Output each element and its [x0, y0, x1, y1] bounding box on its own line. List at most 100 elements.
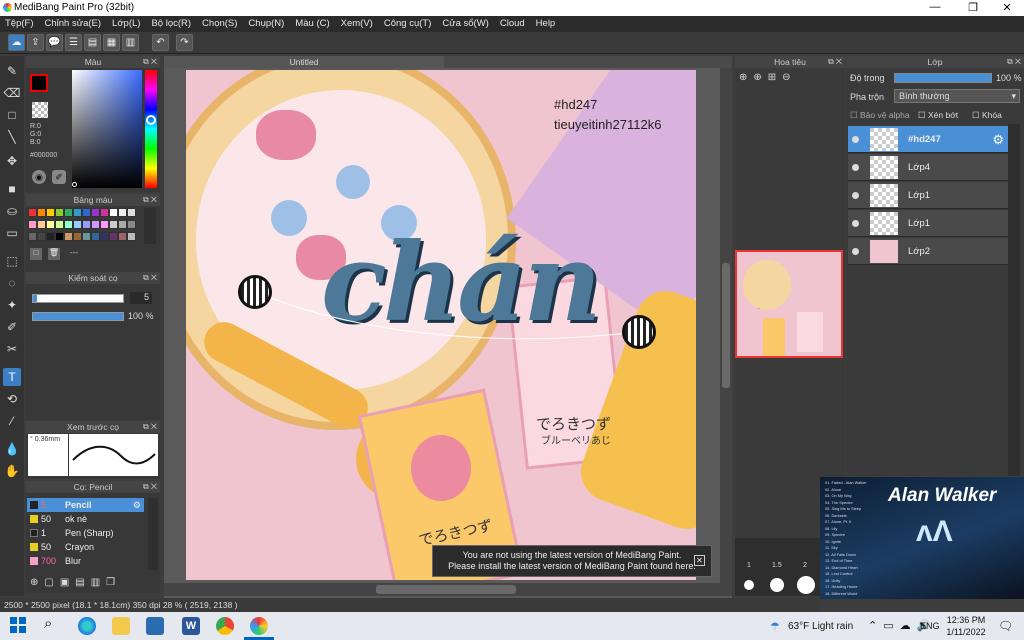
artwork-canvas[interactable]: #hd247 tieuyeitinh27112k6 chán でろきつず ブルー…	[186, 70, 696, 580]
menu-window[interactable]: Cửa sổ(W)	[437, 16, 494, 32]
gear-icon[interactable]: ⚙	[133, 498, 141, 512]
palette-swatches[interactable]	[28, 208, 140, 244]
undo-icon[interactable]: ↶	[152, 34, 169, 51]
move-tool-icon[interactable]: ✥	[3, 152, 21, 170]
palette-swatch[interactable]	[127, 220, 136, 229]
navigator-zoom-controls[interactable]: ⊕⊕⊞⊖	[739, 72, 819, 86]
brush-list-actions[interactable]: ⊕▢▣▤▥❐	[30, 577, 121, 588]
notification-icon[interactable]: 🗨	[998, 619, 1013, 633]
layer-row-lop1[interactable]: Lớp1	[848, 182, 1008, 209]
palette-swatch[interactable]	[28, 232, 37, 241]
eyedropper-tool-icon[interactable]: 💧	[3, 440, 21, 458]
store-icon[interactable]	[146, 617, 164, 635]
secondary-color-swatch[interactable]	[32, 102, 48, 118]
brush-list-scrollbar[interactable]	[148, 498, 158, 570]
clip-checkbox[interactable]: ☐ Xén bớt	[918, 110, 958, 121]
gear-icon[interactable]: ⚙	[992, 132, 1004, 148]
brush-size-slider[interactable]	[32, 294, 124, 303]
menu-layer[interactable]: Lớp(L)	[107, 16, 146, 32]
magic-wand-tool-icon[interactable]: ✦	[3, 296, 21, 314]
palette-swatch[interactable]	[118, 208, 127, 217]
line-tool-icon[interactable]: ╲	[3, 128, 21, 146]
palette-swatch[interactable]	[100, 208, 109, 217]
palette-swatch[interactable]	[28, 208, 37, 217]
palette-scrollbar[interactable]	[144, 208, 156, 244]
bucket-tool-icon[interactable]: ⛀	[3, 202, 21, 220]
palette-swatch[interactable]	[55, 208, 64, 217]
preset-dot[interactable]	[744, 580, 754, 590]
weather-text[interactable]: 63°F Light rain	[788, 621, 853, 632]
brush-item-blur[interactable]: 700 Blur	[27, 554, 144, 568]
palette-swatch[interactable]	[91, 208, 100, 217]
text-tool-icon[interactable]: T	[3, 368, 21, 386]
palette-swatch[interactable]	[127, 208, 136, 217]
palette-swatch[interactable]	[109, 220, 118, 229]
search-icon[interactable]: ⌕	[44, 615, 52, 632]
tab-untitled[interactable]: Untitled	[164, 56, 444, 68]
menu-tools[interactable]: Công cụ(T)	[379, 16, 438, 32]
blend-mode-select[interactable]: Bình thường ▾	[894, 89, 1020, 103]
palette-swatch[interactable]	[127, 232, 136, 241]
layer-row-hd247[interactable]: #hd247 ⚙	[848, 126, 1008, 153]
palette-icon[interactable]: ◉	[32, 170, 46, 184]
chat-icon[interactable]: ☰	[65, 34, 82, 51]
palette-swatch[interactable]	[73, 220, 82, 229]
select-tool-icon[interactable]: ⬚	[3, 252, 21, 270]
hue-slider-handle[interactable]	[146, 115, 156, 125]
eye-icon[interactable]	[852, 220, 859, 227]
preset-dot[interactable]	[770, 578, 784, 592]
palette-swatch[interactable]	[100, 232, 109, 241]
palette-swatch[interactable]	[46, 232, 55, 241]
palette-swatch[interactable]	[73, 208, 82, 217]
palette-swatch[interactable]	[82, 208, 91, 217]
palette-swatch[interactable]	[82, 232, 91, 241]
add-swatch-icon[interactable]: □	[30, 248, 42, 260]
update-notice[interactable]: You are not using the latest version of …	[432, 545, 712, 577]
brush-item-crayon[interactable]: 50 Crayon	[27, 540, 144, 554]
palette-swatch[interactable]	[46, 220, 55, 229]
maximize-button[interactable]: ❐	[956, 1, 990, 15]
clock-date[interactable]: 1/11/2022	[944, 627, 988, 637]
chrome-icon[interactable]	[216, 617, 234, 635]
brush-item-ok[interactable]: 50 ok nè	[27, 512, 144, 526]
comment-icon[interactable]: 💬	[46, 34, 63, 51]
brush-tool-icon[interactable]: ✎	[3, 62, 21, 80]
layer-row-lop1-b[interactable]: Lớp1	[848, 210, 1008, 237]
menu-view[interactable]: Xem(V)	[336, 16, 379, 32]
palette-swatch[interactable]	[118, 220, 127, 229]
palette-swatch[interactable]	[64, 220, 73, 229]
eye-icon[interactable]	[852, 192, 859, 199]
saturation-value-picker[interactable]	[72, 70, 142, 188]
lock-checkbox[interactable]: ☐ Khóa	[972, 110, 1002, 121]
clock-time[interactable]: 12:36 PM	[946, 615, 986, 625]
eye-icon[interactable]	[852, 248, 859, 255]
dropper-icon[interactable]: ✐	[52, 170, 66, 184]
canvas-hscroll[interactable]	[164, 583, 732, 596]
redo-icon[interactable]: ↷	[176, 34, 193, 51]
operation-tool-icon[interactable]: ⟲	[3, 390, 21, 408]
hue-slider[interactable]	[145, 70, 157, 188]
palette-swatch[interactable]	[64, 232, 73, 241]
palette-swatch[interactable]	[109, 232, 118, 241]
palette-swatch[interactable]	[91, 220, 100, 229]
menu-filter[interactable]: Bộ lọc(R)	[146, 16, 197, 32]
layer-row-lop2[interactable]: Lớp2	[848, 238, 1008, 265]
divide-tool-icon[interactable]: ⁄	[3, 412, 21, 430]
medibang-icon[interactable]	[250, 617, 268, 635]
delete-swatch-icon[interactable]: 🗑	[48, 248, 60, 260]
menu-cloud[interactable]: Cloud	[495, 16, 531, 32]
rect-fill-tool-icon[interactable]: ■	[3, 180, 21, 198]
windows-start-icon[interactable]	[10, 617, 26, 633]
brush-item-pencil[interactable]: 5 Pencil ⚙	[27, 498, 144, 512]
layer-row-lop4[interactable]: Lớp4	[848, 154, 1008, 181]
eraser-tool-icon[interactable]: ⌫	[3, 84, 21, 102]
palette-swatch[interactable]	[37, 220, 46, 229]
cloud-icon[interactable]: ☁	[8, 34, 25, 51]
menu-help[interactable]: Help	[531, 16, 562, 32]
edge-icon[interactable]	[78, 617, 96, 635]
preset-dot[interactable]	[797, 576, 815, 594]
menu-snap[interactable]: Chụp(N)	[243, 16, 290, 32]
brush-size-value[interactable]: 5	[130, 292, 152, 304]
protect-alpha-checkbox[interactable]: ☐ Bảo vệ alpha	[850, 110, 910, 121]
menu-color[interactable]: Màu (C)	[290, 16, 335, 32]
